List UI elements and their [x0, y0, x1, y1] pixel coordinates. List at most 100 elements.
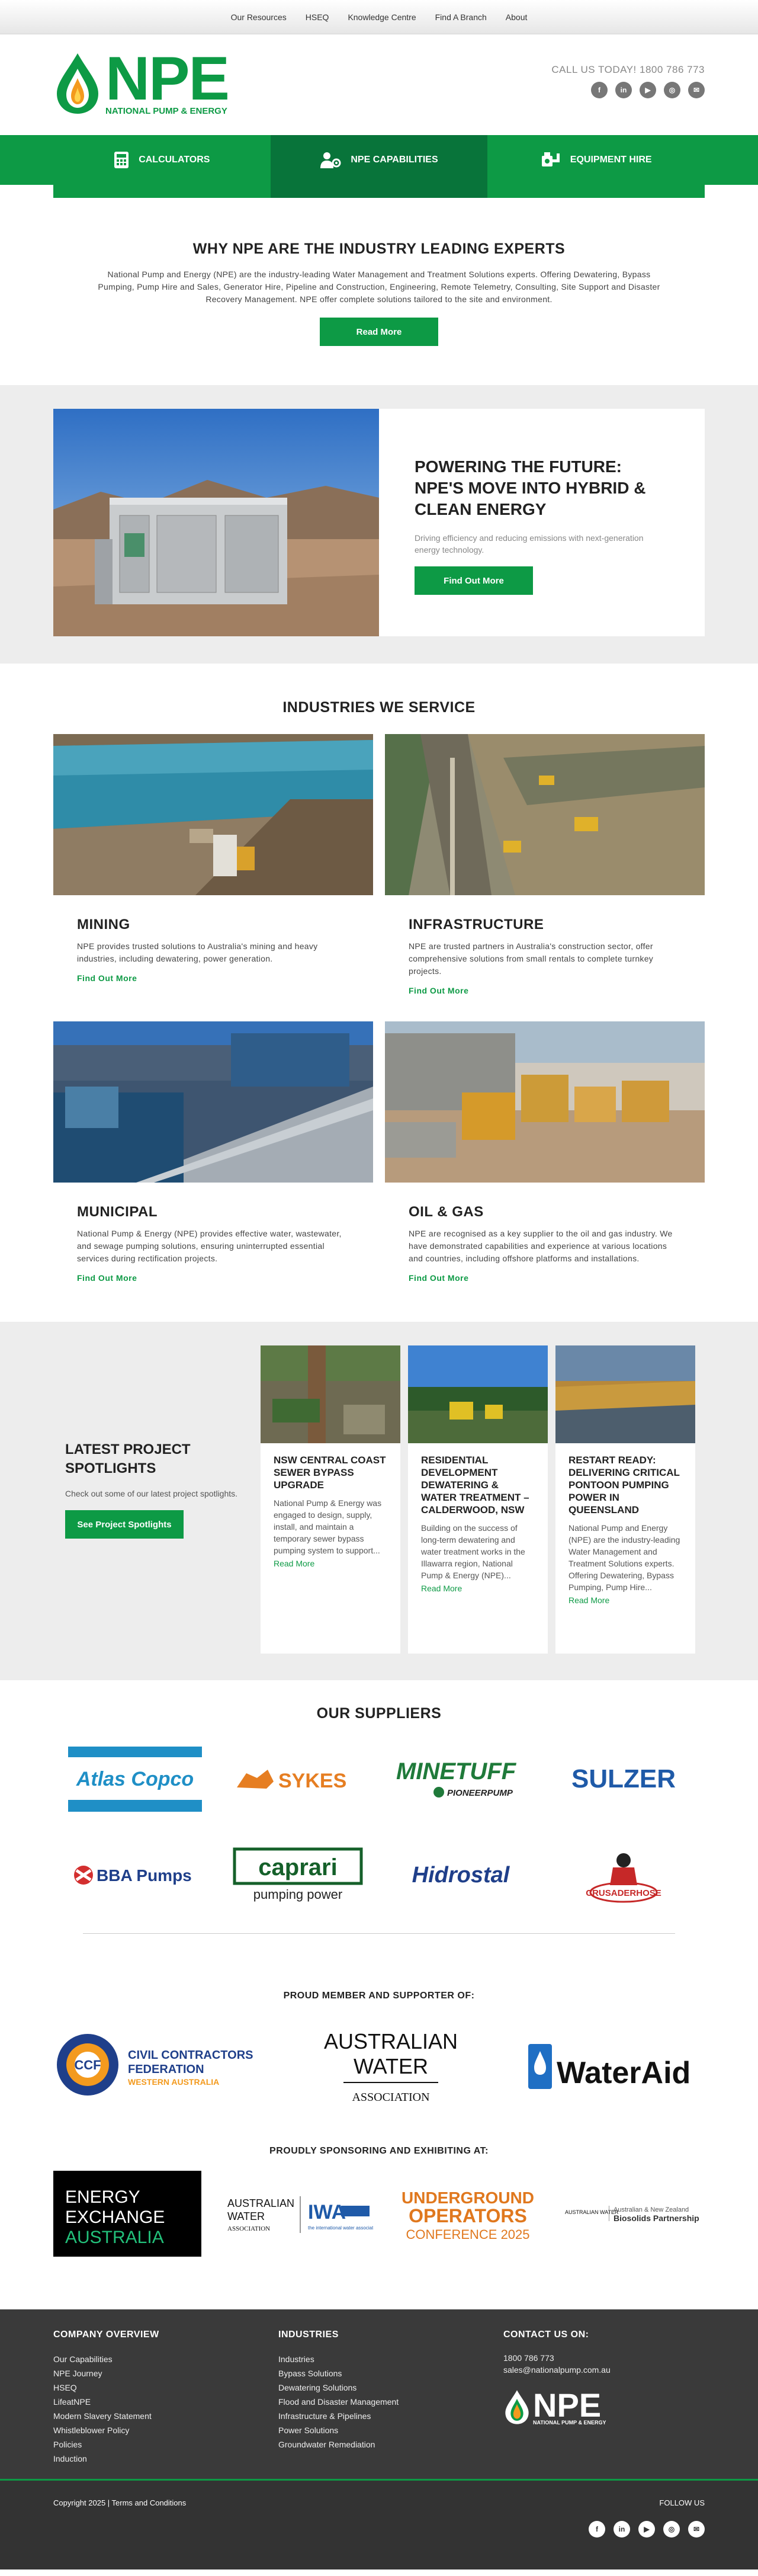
npe-logo[interactable]: NPE NATIONAL PUMP & ENERGY [53, 44, 230, 116]
underground-operators-logo[interactable]: UNDERGROUND OPERATORS CONFERENCE 2025 [397, 2184, 539, 2247]
read-more-link[interactable]: Read More [568, 1595, 682, 1605]
oil-gas-image[interactable] [385, 1021, 705, 1183]
svg-text:WaterAid: WaterAid [557, 2056, 690, 2090]
caprari-logo[interactable]: caprari pumping power [216, 1842, 379, 1908]
npe-drop-logo-icon [57, 53, 98, 114]
topnav-about[interactable]: About [506, 10, 528, 24]
project-card[interactable]: NSW CENTRAL COAST SEWER BYPASS UPGRADE N… [261, 1345, 400, 1654]
industry-card-municipal: MUNICIPAL National Pump & Energy (NPE) p… [53, 1021, 373, 1309]
instagram-icon[interactable]: ◎ [664, 82, 680, 98]
wateraid-logo[interactable]: WaterAid [527, 2032, 705, 2100]
copyright-text[interactable]: Copyright 2025 | Terms and Conditions [53, 2498, 186, 2507]
svg-text:CONFERENCE 2025: CONFERENCE 2025 [406, 2227, 529, 2242]
suppliers-section: OUR SUPPLIERS Atlas Copco SYKES MINETUFF [0, 1680, 758, 1934]
footer-phone[interactable]: 1800 786 773 [503, 2353, 554, 2363]
footer-link[interactable]: Our Capabilities [53, 2354, 113, 2364]
footer-link[interactable]: Bypass Solutions [278, 2369, 342, 2378]
footer-link[interactable]: Infrastructure & Pipelines [278, 2411, 371, 2421]
energy-exchange-australia-logo[interactable]: ENERGY EXCHANGE AUSTRALIA [53, 2171, 201, 2260]
suppliers-title: OUR SUPPLIERS [316, 1705, 442, 1722]
nav-calculators[interactable]: CALCULATORS [53, 135, 271, 185]
svg-text:the international water associ: the international water association [308, 2225, 373, 2231]
minetuff-logo[interactable]: MINETUFF PIONEERPUMP [379, 1746, 542, 1812]
ccf-logo[interactable]: CCF CIVIL CONTRACTORS FEDERATION WESTERN… [53, 2023, 255, 2109]
footer-email[interactable]: sales@nationalpump.com.au [503, 2365, 611, 2375]
call-us-phone[interactable]: CALL US TODAY! 1800 786 773 [551, 64, 705, 76]
footer-link[interactable]: Groundwater Remediation [278, 2440, 375, 2449]
australian-water-association-logo[interactable]: AUSTRALIAN WATER ASSOCIATION [302, 2020, 480, 2112]
find-out-more-link[interactable]: Find Out More [77, 973, 349, 983]
topnav-hseq[interactable]: HSEQ [306, 10, 329, 24]
footer-link[interactable]: LifeatNPE [53, 2397, 91, 2407]
email-icon[interactable]: ✉ [688, 82, 705, 98]
industry-card-oil-gas: OIL & GAS NPE are recognised as a key su… [385, 1021, 705, 1309]
infrastructure-image[interactable] [385, 734, 705, 895]
industry-name: MUNICIPAL [77, 1204, 158, 1220]
sykes-logo[interactable]: SYKES [216, 1746, 379, 1812]
find-out-more-link[interactable]: Find Out More [409, 1273, 681, 1283]
find-out-more-link[interactable]: Find Out More [409, 986, 681, 995]
main-nav: CALCULATORS NPE CAPABILITIES EQUIPMENT H… [0, 135, 758, 198]
facebook-icon[interactable]: f [589, 2521, 605, 2537]
footer-contact: CONTACT US ON: 1800 786 773 sales@nation… [503, 2330, 705, 2466]
svg-text:Australian & New Zealand: Australian & New Zealand [614, 2206, 689, 2213]
youtube-icon[interactable]: ▶ [638, 2521, 655, 2537]
awa-iwa-logo[interactable]: AUSTRALIAN WATER ASSOCIATION IWA the int… [225, 2184, 380, 2247]
footer-industries: INDUSTRIES Industries Bypass Solutions D… [278, 2330, 503, 2466]
svg-text:AUSTRALIA: AUSTRALIA [65, 2228, 164, 2247]
industries-title: INDUSTRIES WE SERVICE [282, 699, 476, 716]
bba-pumps-logo[interactable]: BBA Pumps [53, 1842, 216, 1908]
atlas-copco-logo[interactable]: Atlas Copco [53, 1746, 216, 1812]
nav-equipment-hire-label: EQUIPMENT HIRE [570, 155, 652, 165]
biosolids-partnership-logo[interactable]: AUSTRALIAN WATER Australian & New Zealan… [563, 2184, 705, 2247]
npe-drop-logo-icon [505, 2390, 529, 2424]
footer-link[interactable]: Whistleblower Policy [53, 2426, 129, 2435]
nav-npe-capabilities[interactable]: NPE CAPABILITIES [270, 135, 488, 185]
project-image [555, 1345, 695, 1443]
instagram-icon[interactable]: ◎ [663, 2521, 680, 2537]
topnav-our-resources[interactable]: Our Resources [231, 10, 287, 24]
sulzer-logo[interactable]: SULZER [542, 1746, 705, 1812]
youtube-icon[interactable]: ▶ [640, 82, 656, 98]
read-more-button[interactable]: Read More [320, 318, 438, 346]
project-card[interactable]: RESTART READY: DELIVERING CRITICAL PONTO… [555, 1345, 695, 1654]
hidrostal-logo[interactable]: Hidrostal [379, 1842, 542, 1908]
footer-link[interactable]: NPE Journey [53, 2369, 102, 2378]
find-out-more-button[interactable]: Find Out More [415, 566, 533, 595]
read-more-link[interactable]: Read More [421, 1584, 535, 1593]
svg-text:AUSTRALIAN WATER: AUSTRALIAN WATER [565, 2209, 619, 2215]
see-project-spotlights-button[interactable]: See Project Spotlights [65, 1510, 184, 1539]
section-divider [83, 1933, 675, 1934]
footer-npe-logo[interactable]: NPE NATIONAL PUMP & ENERGY [503, 2389, 705, 2426]
footer-link[interactable]: Modern Slavery Statement [53, 2411, 152, 2421]
crusader-hose-logo[interactable]: CRUSADERHOSE [542, 1842, 705, 1908]
footer-link[interactable]: Industries [278, 2354, 314, 2364]
linkedin-icon[interactable]: in [615, 82, 632, 98]
footer-heading: CONTACT US ON: [503, 2330, 589, 2340]
find-out-more-link[interactable]: Find Out More [77, 1273, 349, 1283]
mining-image[interactable] [53, 734, 373, 895]
logo-wordmark: NPE [105, 44, 230, 113]
topnav-find-a-branch[interactable]: Find A Branch [435, 10, 487, 24]
footer-logo-wordmark: NPE [533, 2386, 602, 2424]
read-more-link[interactable]: Read More [274, 1559, 387, 1568]
footer-link[interactable]: Induction [53, 2454, 87, 2463]
email-icon[interactable]: ✉ [688, 2521, 705, 2537]
project-card[interactable]: RESIDENTIAL DEVELOPMENT DEWATERING & WAT… [408, 1345, 548, 1654]
footer-link[interactable]: Policies [53, 2440, 82, 2449]
project-title: RESTART READY: DELIVERING CRITICAL PONTO… [568, 1454, 680, 1516]
facebook-icon[interactable]: f [591, 82, 608, 98]
industries-section: INDUSTRIES WE SERVICE MINING NPE provide… [0, 664, 758, 1309]
municipal-image[interactable] [53, 1021, 373, 1183]
footer-bottom-bar: Copyright 2025 | Terms and Conditions FO… [0, 2479, 758, 2569]
footer-link[interactable]: HSEQ [53, 2383, 77, 2392]
footer-link[interactable]: Flood and Disaster Management [278, 2397, 399, 2407]
footer-company-overview: COMPANY OVERVIEW Our Capabilities NPE Jo… [53, 2330, 278, 2466]
topnav-knowledge-centre[interactable]: Knowledge Centre [348, 10, 416, 24]
footer-link[interactable]: Power Solutions [278, 2426, 338, 2435]
project-summary: Building on the success of long-term dew… [421, 1523, 525, 1580]
linkedin-icon[interactable]: in [614, 2521, 630, 2537]
svg-text:SULZER: SULZER [571, 1764, 676, 1793]
nav-equipment-hire[interactable]: EQUIPMENT HIRE [487, 135, 705, 185]
footer-link[interactable]: Dewatering Solutions [278, 2383, 356, 2392]
